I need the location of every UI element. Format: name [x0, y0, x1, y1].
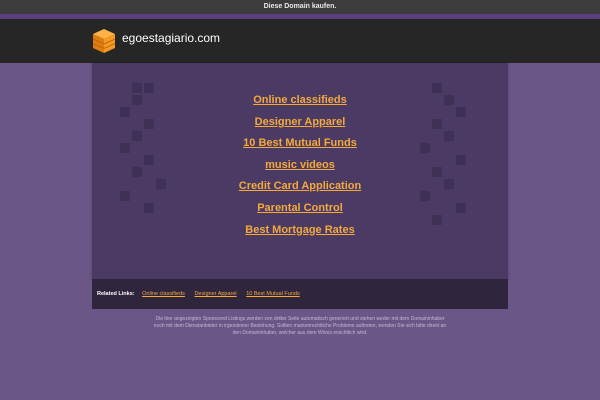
- sponsored-links: Online classifieds Designer Apparel 10 B…: [92, 90, 508, 241]
- buy-domain-bar[interactable]: Diese Domain kaufen.: [0, 0, 600, 14]
- orange-cube-icon: [92, 29, 116, 53]
- link-designer-apparel[interactable]: Designer Apparel: [92, 112, 508, 134]
- link-credit-card-application[interactable]: Credit Card Application: [92, 176, 508, 198]
- site-name-link[interactable]: egoestagiario.com: [122, 31, 220, 45]
- related-link-mutual-funds[interactable]: 10 Best Mutual Funds: [246, 291, 300, 297]
- link-best-mortgage-rates[interactable]: Best Mortgage Rates: [92, 220, 508, 242]
- link-music-videos[interactable]: music videos: [92, 155, 508, 177]
- buy-domain-link[interactable]: Diese Domain kaufen.: [264, 3, 337, 10]
- link-online-classifieds[interactable]: Online classifieds: [92, 90, 508, 112]
- disclaimer-text: Die hier angezeigten Sponsored Listings …: [153, 316, 447, 336]
- link-mutual-funds[interactable]: 10 Best Mutual Funds: [92, 133, 508, 155]
- link-parental-control[interactable]: Parental Control: [92, 198, 508, 220]
- related-links-label: Related Links:: [97, 291, 135, 297]
- related-link-online-classifieds[interactable]: Online classifieds: [142, 291, 185, 297]
- site-header: egoestagiario.com: [0, 19, 600, 63]
- related-links-bar: Related Links: Online classifieds Design…: [92, 279, 508, 309]
- related-link-designer-apparel[interactable]: Designer Apparel: [194, 291, 236, 297]
